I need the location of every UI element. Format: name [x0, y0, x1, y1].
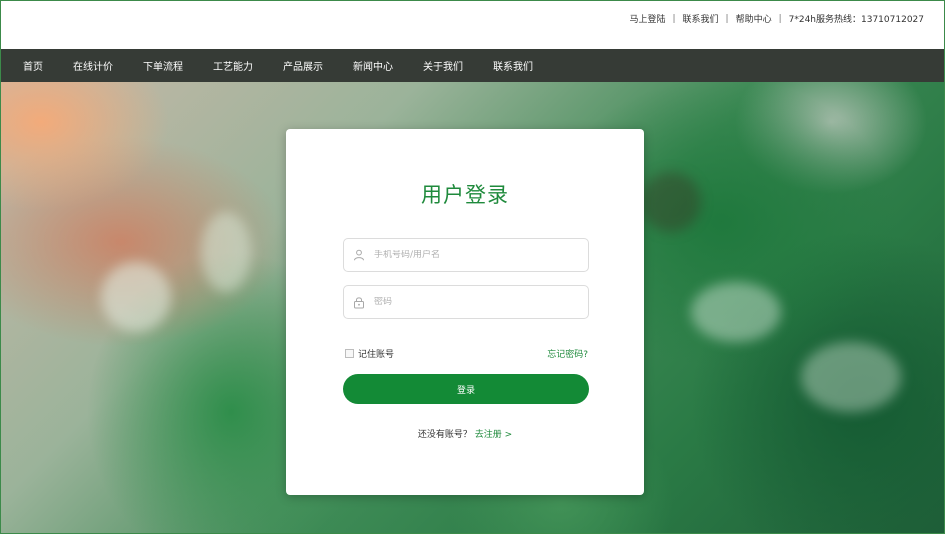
- remember-label: 记住账号: [358, 350, 395, 360]
- nav-item-news[interactable]: 新闻中心: [353, 58, 393, 73]
- main-nav: 首页 在线计价 下单流程 工艺能力 产品展示 新闻中心 关于我们 联系我们: [1, 49, 944, 82]
- nav-item-home[interactable]: 首页: [23, 58, 43, 73]
- login-title: 用户登录: [421, 183, 509, 207]
- background-blur-shape: [101, 262, 171, 332]
- nav-item-products[interactable]: 产品展示: [283, 58, 323, 73]
- topbar-separator: |: [778, 13, 782, 24]
- password-field[interactable]: [343, 285, 589, 319]
- background-blur-shape: [201, 212, 251, 292]
- register-prompt: 还没有账号？ 去注册 >: [286, 427, 644, 440]
- register-link[interactable]: 去注册 >: [475, 430, 512, 440]
- user-icon: [344, 239, 374, 271]
- login-button[interactable]: 登录: [343, 374, 589, 404]
- login-card: 用户登录 记住账号 忘记密码?: [286, 129, 644, 495]
- topbar-separator: |: [725, 13, 729, 24]
- hotline-text: 7*24h服务热线：13710712027: [788, 15, 924, 25]
- username-field[interactable]: [343, 238, 589, 272]
- topbar-separator: |: [672, 13, 676, 24]
- nav-item-online-quote[interactable]: 在线计价: [73, 58, 113, 73]
- no-account-text: 还没有账号？: [417, 430, 472, 440]
- remember-checkbox[interactable]: [345, 349, 354, 358]
- forgot-password-link[interactable]: 忘记密码?: [547, 347, 588, 360]
- lock-icon: [344, 286, 374, 318]
- nav-item-capability[interactable]: 工艺能力: [213, 58, 253, 73]
- background-blur-shape: [691, 282, 781, 342]
- nav-item-order-process[interactable]: 下单流程: [143, 58, 183, 73]
- background-blur-shape: [641, 172, 701, 232]
- topbar-help-link[interactable]: 帮助中心: [736, 12, 772, 25]
- password-input[interactable]: [374, 297, 574, 307]
- page-frame: 马上登陆 | 联系我们 | 帮助中心 | 7*24h服务热线：137107120…: [0, 0, 945, 534]
- topbar-contact-link[interactable]: 联系我们: [683, 12, 719, 25]
- nav-item-about[interactable]: 关于我们: [423, 58, 463, 73]
- username-input[interactable]: [374, 250, 574, 260]
- top-utility-bar: 马上登陆 | 联系我们 | 帮助中心 | 7*24h服务热线：137107120…: [1, 1, 944, 49]
- topbar-login-link[interactable]: 马上登陆: [629, 12, 665, 25]
- remember-account[interactable]: 记住账号: [345, 347, 394, 360]
- nav-item-contact[interactable]: 联系我们: [493, 58, 533, 73]
- background-blur-shape: [801, 342, 901, 412]
- topbar-links: 马上登陆 | 联系我们 | 帮助中心 | 7*24h服务热线：137107120…: [629, 12, 924, 26]
